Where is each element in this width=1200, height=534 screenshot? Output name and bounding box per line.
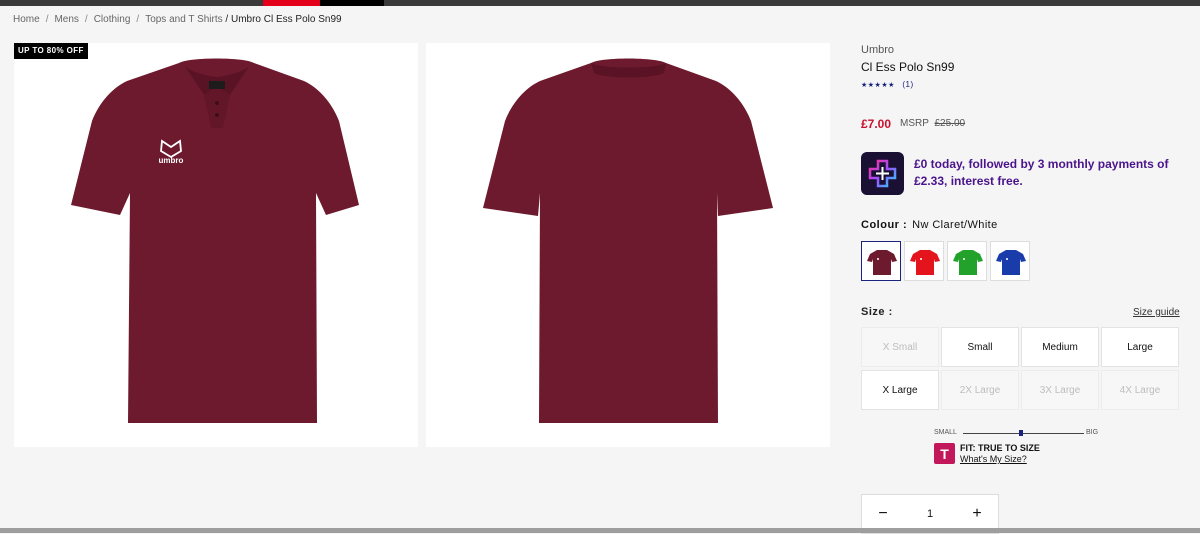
colour-swatch-red[interactable]	[904, 241, 944, 281]
fit-scale-line	[963, 433, 1084, 434]
product-image-back[interactable]	[426, 43, 830, 447]
breadcrumb-current: / Umbro Cl Ess Polo Sn99	[225, 14, 342, 25]
top-navigation-bar	[0, 0, 1200, 6]
size-option-button[interactable]: 2X Large	[941, 370, 1019, 410]
bottom-scroll-bar	[0, 528, 1200, 533]
swatch-shirt-icon	[867, 250, 897, 275]
product-title: Cl Ess Polo Sn99	[861, 60, 955, 74]
colour-label-text: Colour :	[861, 219, 908, 231]
msrp-label: MSRP	[900, 118, 929, 129]
size-label: Size :	[861, 306, 893, 318]
discount-badge: UP TO 80% OFF	[14, 43, 88, 59]
breadcrumb-separator: /	[84, 14, 88, 25]
product-rating[interactable]: ★★★★★ (1)	[861, 80, 914, 89]
fit-big-label: BIG	[1086, 429, 1099, 436]
quantity-increase-button[interactable]: +	[956, 505, 998, 523]
quantity-decrease-button[interactable]: −	[862, 505, 904, 523]
polo-back-illustration	[483, 58, 773, 423]
fit-small-label: SMALL	[934, 429, 957, 436]
breadcrumb-separator: /	[45, 14, 49, 25]
review-count[interactable]: (1)	[902, 80, 913, 89]
size-option-button[interactable]: Large	[1101, 327, 1179, 367]
selected-colour: Nw Claret/White	[912, 219, 998, 231]
fit-logo-icon: T	[934, 443, 955, 464]
breadcrumb-mens[interactable]: Mens	[54, 14, 78, 25]
quantity-value[interactable]: 1	[904, 508, 956, 520]
bnpl-message: £0 today, followed by 3 monthly payments…	[914, 157, 1169, 188]
size-option-button[interactable]: Medium	[1021, 327, 1099, 367]
colour-swatch-claret[interactable]	[861, 241, 901, 281]
fit-scale-marker	[1019, 430, 1023, 436]
swatch-shirt-icon	[953, 250, 983, 275]
polo-front-illustration: umbro	[71, 58, 359, 423]
size-option-button[interactable]: 4X Large	[1101, 370, 1179, 410]
size-option-button[interactable]: Small	[941, 327, 1019, 367]
breadcrumb-separator: /	[136, 14, 140, 25]
bnpl-logo-icon	[861, 152, 904, 195]
product-image-front[interactable]: UP TO 80% OFF umbro	[14, 43, 418, 447]
size-option-button[interactable]: X Small	[861, 327, 939, 367]
top-bar-red-segment	[263, 0, 320, 6]
breadcrumb-clothing[interactable]: Clothing	[94, 14, 131, 25]
product-brand[interactable]: Umbro	[861, 44, 894, 56]
swatch-shirt-icon	[996, 250, 1026, 275]
rating-stars: ★★★★★	[861, 82, 895, 89]
breadcrumb-tops-and-t-shirts[interactable]: Tops and T Shirts	[145, 14, 222, 25]
msrp-value: £25.00	[934, 118, 966, 129]
colour-swatch-royal-blue[interactable]	[990, 241, 1030, 281]
colour-label: Colour : Nw Claret/White	[861, 219, 998, 231]
size-option-button[interactable]: X Large	[861, 370, 939, 410]
logo-text: umbro	[159, 156, 184, 165]
size-guide-link[interactable]: Size guide	[1133, 307, 1180, 318]
size-option-button[interactable]: 3X Large	[1021, 370, 1099, 410]
breadcrumb: Home / Mens / Clothing / Tops and T Shirts / U…	[13, 14, 342, 25]
fit-result-text: FIT: TRUE TO SIZE	[960, 443, 1040, 453]
msrp: MSRP £25.00	[900, 118, 965, 129]
top-bar-black-segment	[320, 0, 384, 6]
whats-my-size-link[interactable]: What's My Size?	[960, 454, 1027, 464]
sale-price: £7.00	[861, 117, 892, 131]
breadcrumb-home[interactable]: Home	[13, 14, 40, 25]
swatch-shirt-icon	[910, 250, 940, 275]
colour-swatch-green[interactable]	[947, 241, 987, 281]
